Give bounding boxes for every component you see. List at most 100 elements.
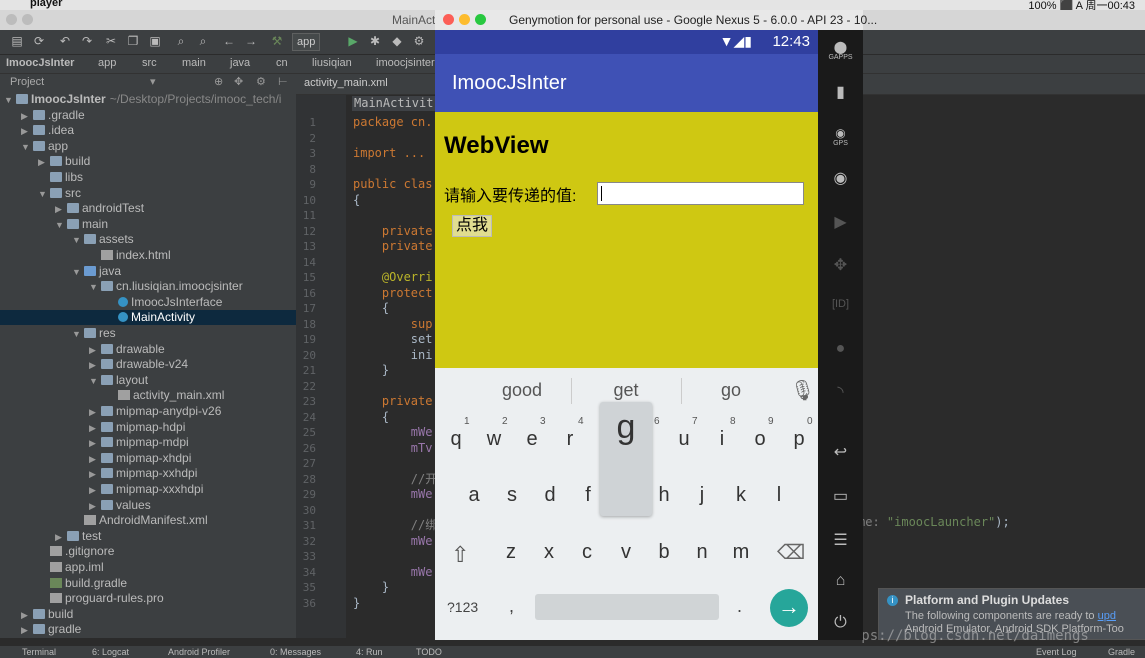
recents-icon[interactable]: ▭: [818, 486, 863, 506]
run-icon[interactable]: ▶: [346, 34, 360, 48]
tree-item[interactable]: index.html: [0, 248, 296, 263]
tree-item[interactable]: ▼ assets: [0, 232, 296, 247]
chevron-right-icon[interactable]: ▶: [38, 155, 50, 170]
tree-item[interactable]: ▶ mipmap-xhdpi: [0, 451, 296, 466]
tree-item[interactable]: ▼ ImoocJsInter ~/Desktop/Projects/imooc_te…: [0, 92, 290, 107]
video-icon[interactable]: ▶: [818, 212, 863, 232]
back-nav-icon[interactable]: ←: [222, 34, 236, 48]
tree-item[interactable]: ▶ drawable-v24: [0, 357, 296, 372]
breadcrumb-item[interactable]: main: [182, 57, 206, 69]
tree-item[interactable]: ▶ mipmap-xxhdpi: [0, 466, 296, 481]
scroll-from-source-icon[interactable]: ⊕: [214, 75, 223, 88]
network-icon[interactable]: ◝: [818, 382, 863, 402]
tree-item[interactable]: ▼ src: [0, 186, 296, 201]
studio-window-controls[interactable]: [6, 14, 38, 28]
tree-item[interactable]: MainActivity: [0, 310, 296, 326]
tree-item[interactable]: AndroidManifest.xml: [0, 513, 296, 528]
tool-terminal[interactable]: Terminal: [22, 647, 56, 657]
breadcrumb-item[interactable]: java: [230, 57, 250, 69]
chevron-right-icon[interactable]: ▶: [89, 499, 101, 514]
sync-icon[interactable]: ⟳: [32, 34, 46, 48]
mac-app-name[interactable]: player: [30, 0, 62, 9]
chevron-right-icon[interactable]: ▶: [55, 530, 67, 545]
breadcrumb-item[interactable]: liusiqian: [312, 57, 352, 69]
breadcrumb-item[interactable]: src: [142, 57, 157, 69]
webview-input[interactable]: [597, 182, 804, 205]
tree-item[interactable]: ImoocJsInterface: [0, 295, 296, 310]
tree-item[interactable]: ▼ main: [0, 217, 296, 232]
enter-arrow-icon[interactable]: →: [770, 589, 808, 627]
attach-icon[interactable]: ⚙: [412, 34, 426, 48]
chevron-right-icon[interactable]: ▶: [21, 623, 33, 638]
key-j[interactable]: j: [683, 484, 721, 507]
key-v[interactable]: v: [607, 541, 645, 564]
breadcrumb-item[interactable]: ImoocJsInter: [6, 57, 74, 69]
update-link[interactable]: upd: [1098, 610, 1116, 622]
breadcrumb-item[interactable]: imoocjsinter: [376, 57, 435, 69]
key-z[interactable]: z: [492, 541, 530, 564]
key-k[interactable]: k: [722, 484, 760, 507]
key-w[interactable]: w: [475, 428, 513, 451]
dpad-icon[interactable]: ✥: [818, 255, 863, 275]
chevron-right-icon[interactable]: ▶: [55, 202, 67, 217]
chevron-right-icon[interactable]: ▶: [89, 358, 101, 373]
chevron-right-icon[interactable]: ▶: [89, 483, 101, 498]
tool-gradle[interactable]: Gradle: [1108, 647, 1135, 657]
suggestion-item[interactable]: get: [576, 380, 676, 401]
chevron-down-icon[interactable]: ▼: [21, 140, 33, 155]
tree-item[interactable]: ▶ mipmap-xxxhdpi: [0, 482, 296, 497]
key-u[interactable]: u: [665, 428, 703, 451]
forward-nav-icon[interactable]: →: [244, 34, 258, 48]
tree-item[interactable]: ▼ java: [0, 264, 296, 279]
chevron-down-icon[interactable]: ▼: [72, 327, 84, 342]
chevron-right-icon[interactable]: ▶: [21, 124, 33, 139]
debug-icon[interactable]: ✱: [368, 34, 382, 48]
tool-profiler[interactable]: Android Profiler: [168, 647, 230, 657]
record-icon[interactable]: ●: [818, 340, 863, 358]
key-o[interactable]: o: [741, 428, 779, 451]
tree-item[interactable]: ▶ mipmap-anydpi-v26: [0, 404, 296, 419]
suggestion-item[interactable]: go: [681, 380, 781, 401]
chevron-down-icon[interactable]: ▼: [4, 93, 16, 108]
tree-item[interactable]: ▶ test: [0, 529, 296, 544]
gear-icon[interactable]: ⚙: [256, 75, 266, 88]
breadcrumb-item[interactable]: cn: [276, 57, 288, 69]
build-hammer-icon[interactable]: ⚒: [270, 34, 284, 48]
menu-icon[interactable]: ☰: [818, 530, 863, 550]
key-i[interactable]: i: [703, 428, 741, 451]
tree-item[interactable]: ▶ mipmap-mdpi: [0, 435, 296, 450]
profile-icon[interactable]: ◆: [390, 34, 404, 48]
period-key[interactable]: .: [737, 596, 742, 617]
gapps-icon[interactable]: ⬤ GAPPS: [818, 40, 863, 61]
paste-icon[interactable]: ▣: [148, 34, 162, 48]
tool-logcat[interactable]: 6: Logcat: [92, 647, 129, 657]
tab-activity-main[interactable]: activity_main.xml: [304, 77, 388, 89]
tree-item[interactable]: .gitignore: [0, 544, 296, 559]
open-icon[interactable]: ▤: [10, 34, 24, 48]
tree-item[interactable]: ▶ gradle: [0, 622, 296, 637]
tool-event-log[interactable]: Event Log: [1036, 647, 1077, 657]
key-p[interactable]: p: [780, 428, 818, 451]
chevron-down-icon[interactable]: ▼: [72, 265, 84, 280]
chevron-down-icon[interactable]: ▼: [89, 374, 101, 389]
tree-item[interactable]: proguard-rules.pro: [0, 591, 296, 606]
key-b[interactable]: b: [645, 541, 683, 564]
collapse-all-icon[interactable]: ✥: [234, 75, 243, 88]
key-q[interactable]: q: [437, 428, 475, 451]
chevron-down-icon[interactable]: ▼: [72, 233, 84, 248]
key-l[interactable]: l: [760, 484, 798, 507]
tool-messages[interactable]: 0: Messages: [270, 647, 321, 657]
chevron-down-icon[interactable]: ▼: [55, 218, 67, 233]
power-icon[interactable]: ⏻: [818, 614, 863, 632]
backspace-icon[interactable]: ⌫: [777, 540, 805, 565]
microphone-icon[interactable]: 🎙: [790, 378, 815, 403]
id-icon[interactable]: [ID]: [818, 298, 863, 310]
tree-item[interactable]: ▼ layout: [0, 373, 296, 388]
tree-item[interactable]: ▶ mipmap-hdpi: [0, 420, 296, 435]
chevron-right-icon[interactable]: ▶: [89, 452, 101, 467]
tree-item[interactable]: ▶ .gradle: [0, 108, 296, 123]
find-icon[interactable]: ⌕: [174, 34, 188, 48]
key-m[interactable]: m: [722, 541, 760, 564]
key-e[interactable]: e: [513, 428, 551, 451]
battery-icon[interactable]: ▮: [818, 82, 863, 102]
